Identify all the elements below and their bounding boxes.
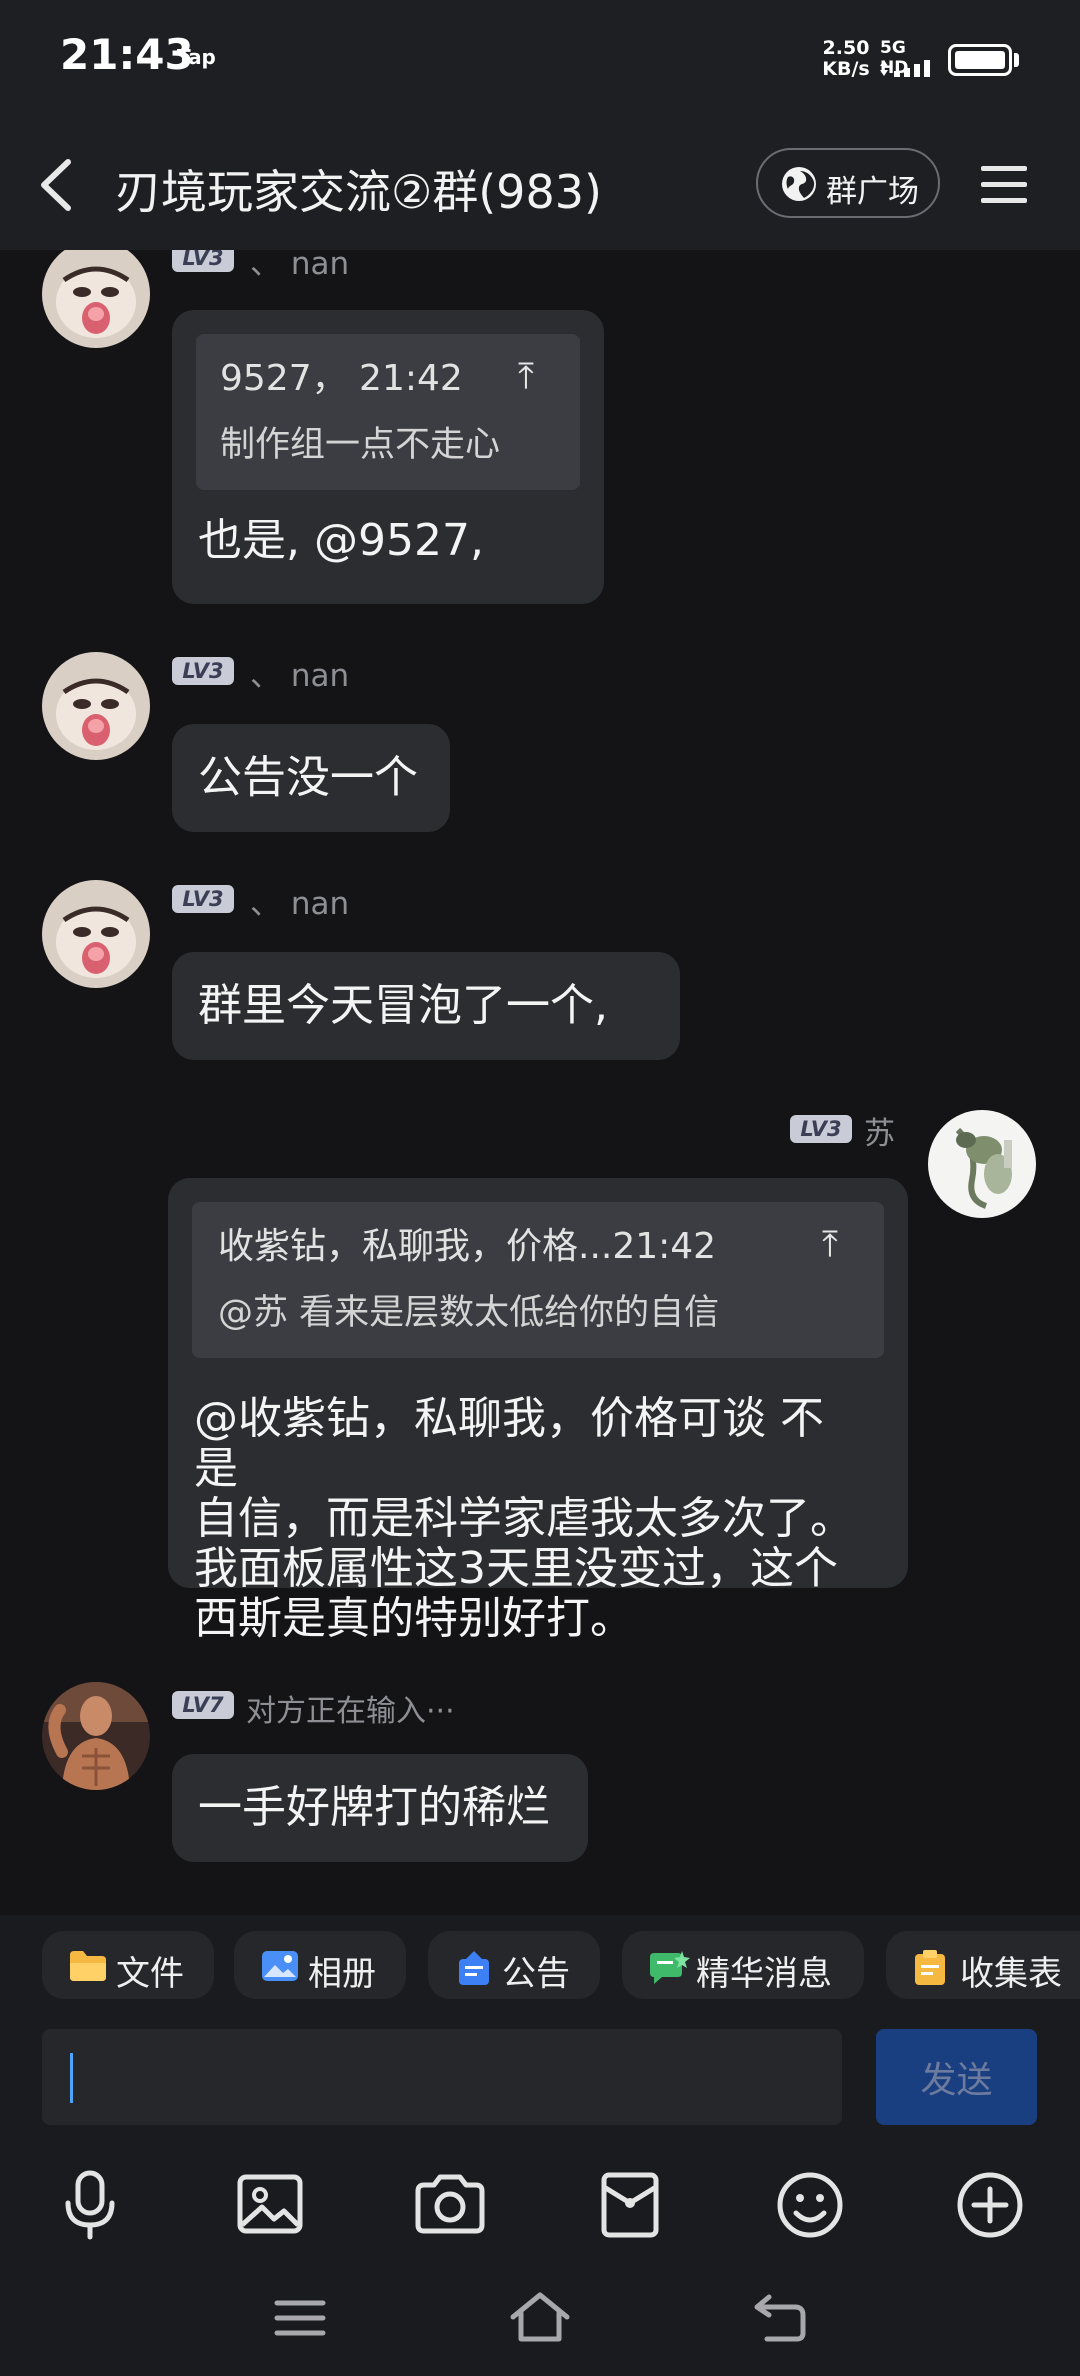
quoted-text: @苏 看来是层数太低给你的自信 [218,1293,720,1333]
folder-icon [70,1951,106,1981]
shortcut-collection-form-button[interactable]: 收集表 [886,1931,1080,1999]
announcement-icon [459,1951,489,1985]
network-speed-value: 2.50 [822,37,870,59]
clipboard-icon [915,1950,945,1985]
message-bubble[interactable]: 群里今天冒泡了一个, [172,952,680,1060]
message-bubble[interactable]: 公告没一个 [172,724,450,832]
jump-to-quote-icon[interactable]: ⤒ [518,352,534,402]
highlight-message-icon [650,1951,690,1984]
network-speed-unit: KB/s [822,58,870,80]
message-text: @收紫钻，私聊我，价格可谈 不是 自信，而是科学家虐我太多次了。 我面板属性这3… [194,1393,854,1644]
shortcut-bar[interactable]: 文件 相册 公告 精华消息 收集表 [0,1915,1080,2015]
hamburger-menu-icon [981,166,1027,203]
back-nav-icon[interactable] [745,2283,815,2353]
group-plaza-label: 群广场 [826,174,919,210]
level-badge: LV3 [172,250,234,272]
level-badge: LV7 [172,1691,234,1719]
sender-name: 苏 [864,1116,895,1152]
message-bubble[interactable]: 9527， 21:42 ⤒ 制作组一点不走心 也是, @9527, [172,310,604,604]
message-bubble[interactable]: 一手好牌打的稀烂 [172,1754,588,1862]
sender-avatar[interactable] [42,880,150,988]
shortcut-label: 公告 [502,1954,570,1994]
network-speed: 2.50 KB/s [818,38,874,80]
group-plaza-button[interactable]: 群广场 [756,148,940,218]
quoted-text: 制作组一点不走心 [220,425,501,465]
typing-indicator: 对方正在输入··· [246,1694,455,1729]
quoted-message[interactable]: 收紫钻，私聊我，价格...21:42 ⤒ @苏 看来是层数太低给你的自信 [192,1202,884,1358]
quoted-message[interactable]: 9527， 21:42 ⤒ 制作组一点不走心 [196,334,580,490]
sender-name[interactable]: 、 nan [250,650,349,695]
jump-to-quote-icon[interactable]: ⤒ [822,1220,838,1270]
sender-name[interactable]: 、 nan [250,878,349,923]
shortcut-label: 文件 [116,1954,184,1994]
globe-icon [782,167,816,201]
avatar-image [42,250,150,348]
signal-icon [880,60,930,77]
message-bubble[interactable]: 收紫钻，私聊我，价格...21:42 ⤒ @苏 看来是层数太低给你的自信 @收紫… [168,1178,908,1644]
text-caret [70,2053,73,2103]
recent-apps-icon[interactable] [265,2283,335,2353]
status-bar: 21:43 Tap 2.50 KB/s 5G HD [0,0,1080,120]
avatar-image [42,880,150,988]
avatar-image [42,1682,150,1790]
message-text: 也是, @9527, [198,515,484,566]
image-icon[interactable] [230,2165,310,2245]
message-input[interactable] [42,2029,842,2125]
shortcut-highlights-button[interactable]: 精华消息 [622,1931,864,1999]
red-packet-icon[interactable] [590,2165,670,2245]
battery-icon [948,44,1012,76]
avatar-image [42,652,150,760]
camera-icon[interactable] [410,2165,490,2245]
sender-avatar[interactable] [42,652,150,760]
quoted-sender-time: 9527， 21:42 [220,358,463,399]
shortcut-label: 相册 [308,1954,376,1994]
chat-title: 刃境玩家交流②群(983) [115,165,602,219]
sender-avatar[interactable] [42,1682,150,1790]
shortcut-announcement-button[interactable]: 公告 [428,1931,600,1999]
shortcut-album-button[interactable]: 相册 [234,1931,406,1999]
message-text: 群里今天冒泡了一个, [198,980,608,1031]
sender-name[interactable]: 、 nan [250,250,349,283]
self-avatar[interactable] [928,1110,1036,1218]
avatar-image [928,1110,1036,1218]
level-badge: LV3 [172,885,234,913]
plus-icon[interactable] [950,2165,1030,2245]
quoted-sender-time: 收紫钻，私聊我，价格...21:42 [218,1226,717,1267]
message-text: 一手好牌打的稀烂 [198,1782,550,1833]
shortcut-file-button[interactable]: 文件 [42,1931,214,1999]
emoji-icon[interactable] [770,2165,850,2245]
title-bar: 刃境玩家交流②群(983) 群广场 [0,120,1080,250]
composer: 发送 [0,2015,1080,2376]
level-badge: LV3 [172,657,234,685]
message-text: 公告没一个 [198,752,418,803]
send-button[interactable]: 发送 [876,2029,1037,2125]
status-time: 21:43 [60,30,194,79]
shortcut-label: 精华消息 [696,1954,832,1994]
battery-level [955,51,1005,69]
chevron-left-icon [41,159,71,211]
message-list[interactable]: LV3 、 nan 9527， 21:42 ⤒ 制作组一点不走心 也是, @95… [0,250,1080,1915]
level-badge: LV3 [790,1115,852,1143]
home-icon[interactable] [505,2283,575,2353]
microphone-icon[interactable] [50,2165,130,2245]
album-icon [262,1951,298,1981]
status-app-hint: Tap [177,45,216,69]
shortcut-label: 收集表 [960,1954,1062,1994]
back-button[interactable] [28,150,88,220]
sender-avatar[interactable] [42,250,150,348]
menu-button[interactable] [978,158,1030,210]
battery-tip [1014,53,1019,67]
